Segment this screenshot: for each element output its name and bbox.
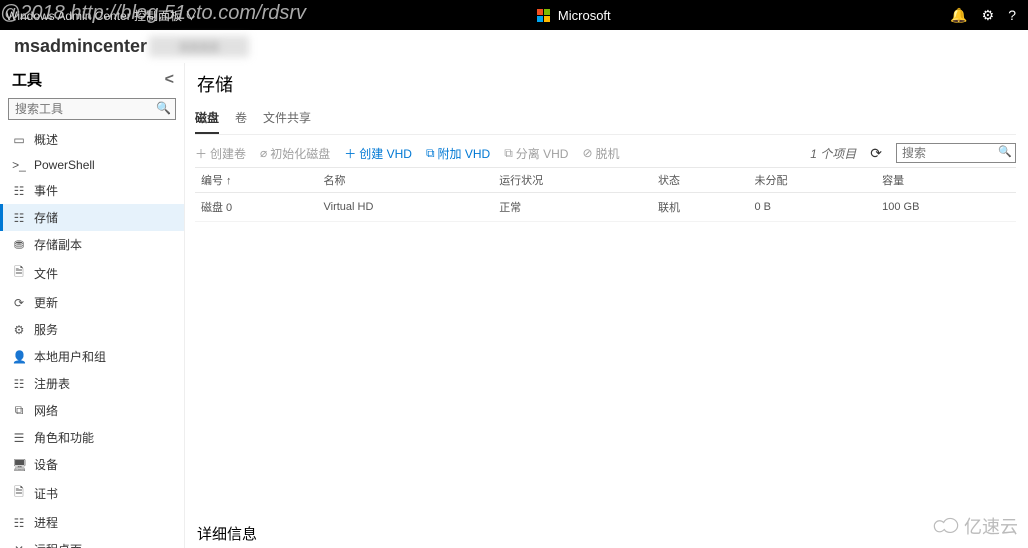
topbar-brand: Microsoft — [197, 8, 950, 23]
sidebar-item-15[interactable]: ✕远程桌面 — [0, 536, 184, 548]
cell-health: 正常 — [493, 193, 652, 222]
tab-0[interactable]: 磁盘 — [195, 105, 219, 134]
nav-icon: 👤 — [12, 350, 26, 364]
search-tools-input[interactable] — [8, 98, 176, 120]
content: 存储 磁盘卷文件共享 ＋ 创建卷 ⌀ 初始化磁盘 ＋ 创建 VHD ⧉ 附加 V… — [185, 63, 1028, 548]
tab-1[interactable]: 卷 — [235, 105, 247, 134]
nav-label: 网络 — [34, 402, 58, 419]
sidebar-item-8[interactable]: 👤 本地用户和组 — [0, 343, 184, 370]
tools-title: 工具 — [12, 69, 42, 90]
col-capacity[interactable]: 容量 — [876, 168, 1016, 193]
nav-label: 设备 — [34, 456, 58, 473]
details-title: 详细信息 — [195, 515, 1016, 548]
sidebar-item-0[interactable]: ▭ 概述 — [0, 126, 184, 153]
col-status[interactable]: 状态 — [652, 168, 748, 193]
nav-icon: ☷ — [12, 516, 26, 530]
sidebar-item-9[interactable]: ☷ 注册表 — [0, 370, 184, 397]
collapse-sidebar-icon[interactable]: < — [165, 71, 174, 89]
nav-icon: ☰ — [12, 431, 26, 445]
disks-table: 编号 ↑ 名称 运行状况 状态 未分配 容量 磁盘 0Virtual HD正常联… — [195, 167, 1016, 222]
refresh-button[interactable]: ⟳ — [870, 145, 882, 162]
create-vhd-button[interactable]: ＋ 创建 VHD — [344, 145, 412, 162]
tab-2[interactable]: 文件共享 — [263, 105, 311, 134]
create-volume-button[interactable]: ＋ 创建卷 — [195, 145, 246, 162]
microsoft-logo-icon — [537, 9, 550, 22]
nav-icon: 🖥 — [12, 458, 26, 472]
nav-icon: >_ — [12, 158, 26, 172]
nav-icon: ⟳ — [12, 296, 26, 310]
col-number[interactable]: 编号 ↑ — [195, 168, 318, 193]
server-name: msadmincenter — [14, 36, 147, 57]
sidebar-item-6[interactable]: ⟳ 更新 — [0, 289, 184, 316]
nav-label: 存储副本 — [34, 236, 82, 253]
nav-label: 概述 — [34, 131, 58, 148]
server-name-row: msadmincenterxxxx — [0, 30, 1028, 63]
sidebar-item-14[interactable]: ☷ 进程 — [0, 509, 184, 536]
offline-button[interactable]: ⊘ 脱机 — [582, 145, 619, 162]
search-input[interactable] — [896, 143, 1016, 163]
nav-icon: 🗎 — [12, 263, 26, 284]
nav-icon: 🗎 — [12, 483, 26, 504]
notifications-icon[interactable]: 🔔 — [950, 7, 967, 24]
nav-label: 证书 — [34, 485, 58, 502]
sidebar-item-5[interactable]: 🗎 文件 — [0, 258, 184, 289]
sidebar-item-12[interactable]: 🖥 设备 — [0, 451, 184, 478]
nav-label: 服务 — [34, 321, 58, 338]
nav-icon: ☷ — [12, 377, 26, 391]
nav-label: 存储 — [34, 209, 58, 226]
nav-label: 角色和功能 — [34, 429, 94, 446]
nav-label: 事件 — [34, 182, 58, 199]
nav-icon: ✕ — [12, 543, 26, 548]
nav-label: 文件 — [34, 265, 58, 282]
nav-label: 本地用户和组 — [34, 348, 106, 365]
nav-label: 更新 — [34, 294, 58, 311]
topbar: Windows Admin Center 控制面板 ∨ Microsoft 🔔 … — [0, 0, 1028, 30]
cell-capacity: 100 GB — [876, 193, 1016, 222]
nav-icon: ☷ — [12, 184, 26, 198]
sidebar: 工具 < 🔍 ▭概述>_PowerShell☷事件☷存储⛃存储副本🗎文件⟳更新⚙… — [0, 63, 185, 548]
cell-unallocated: 0 B — [748, 193, 876, 222]
sidebar-item-11[interactable]: ☰ 角色和功能 — [0, 424, 184, 451]
attach-vhd-button[interactable]: ⧉ 附加 VHD — [426, 145, 490, 162]
sidebar-item-3[interactable]: ☷ 存储 — [0, 204, 184, 231]
col-health[interactable]: 运行状况 — [493, 168, 652, 193]
cell-name: Virtual HD — [318, 193, 494, 222]
detach-vhd-button[interactable]: ⧉ 分离 VHD — [504, 145, 568, 162]
sidebar-item-7[interactable]: ⚙ 服务 — [0, 316, 184, 343]
page-title: 存储 — [197, 71, 1016, 97]
toolbar: ＋ 创建卷 ⌀ 初始化磁盘 ＋ 创建 VHD ⧉ 附加 VHD ⧉ 分离 VHD… — [195, 139, 1016, 167]
nav-icon: ⚙ — [12, 323, 26, 337]
nav-label: 进程 — [34, 514, 58, 531]
item-count: 1 个项目 — [810, 145, 856, 162]
help-icon[interactable]: ? — [1008, 7, 1016, 23]
nav-icon: ☷ — [12, 211, 26, 225]
col-name[interactable]: 名称 — [318, 168, 494, 193]
nav-icon: ⧉ — [12, 403, 26, 418]
table-row[interactable]: 磁盘 0Virtual HD正常联机0 B100 GB — [195, 193, 1016, 222]
cell-number: 磁盘 0 — [195, 193, 318, 222]
initialize-disk-button[interactable]: ⌀ 初始化磁盘 — [260, 145, 330, 162]
sidebar-item-10[interactable]: ⧉ 网络 — [0, 397, 184, 424]
nav-label: PowerShell — [34, 158, 95, 172]
nav-icon: ⛃ — [12, 238, 26, 252]
nav-icon: ▭ — [12, 133, 26, 147]
tools-nav: ▭ 概述 >_ PowerShell ☷ 事件 ☷ 存储 ⛃ 存储副本 🗎 文件 ⟳ 更新 ⚙ 服务 👤 本地用户… — [0, 126, 184, 548]
col-unallocated[interactable]: 未分配 — [748, 168, 876, 193]
server-name-redacted: xxxx — [149, 36, 249, 57]
sidebar-item-4[interactable]: ⛃ 存储副本 — [0, 231, 184, 258]
tabs: 磁盘卷文件共享 — [195, 105, 1016, 135]
sidebar-item-13[interactable]: 🗎 证书 — [0, 478, 184, 509]
nav-label: 注册表 — [34, 375, 70, 392]
sidebar-item-2[interactable]: ☷ 事件 — [0, 177, 184, 204]
cell-status: 联机 — [652, 193, 748, 222]
settings-icon[interactable]: ⚙ — [982, 7, 995, 24]
topbar-breadcrumb[interactable]: Windows Admin Center 控制面板 ∨ — [6, 7, 197, 24]
sidebar-item-1[interactable]: >_ PowerShell — [0, 153, 184, 177]
